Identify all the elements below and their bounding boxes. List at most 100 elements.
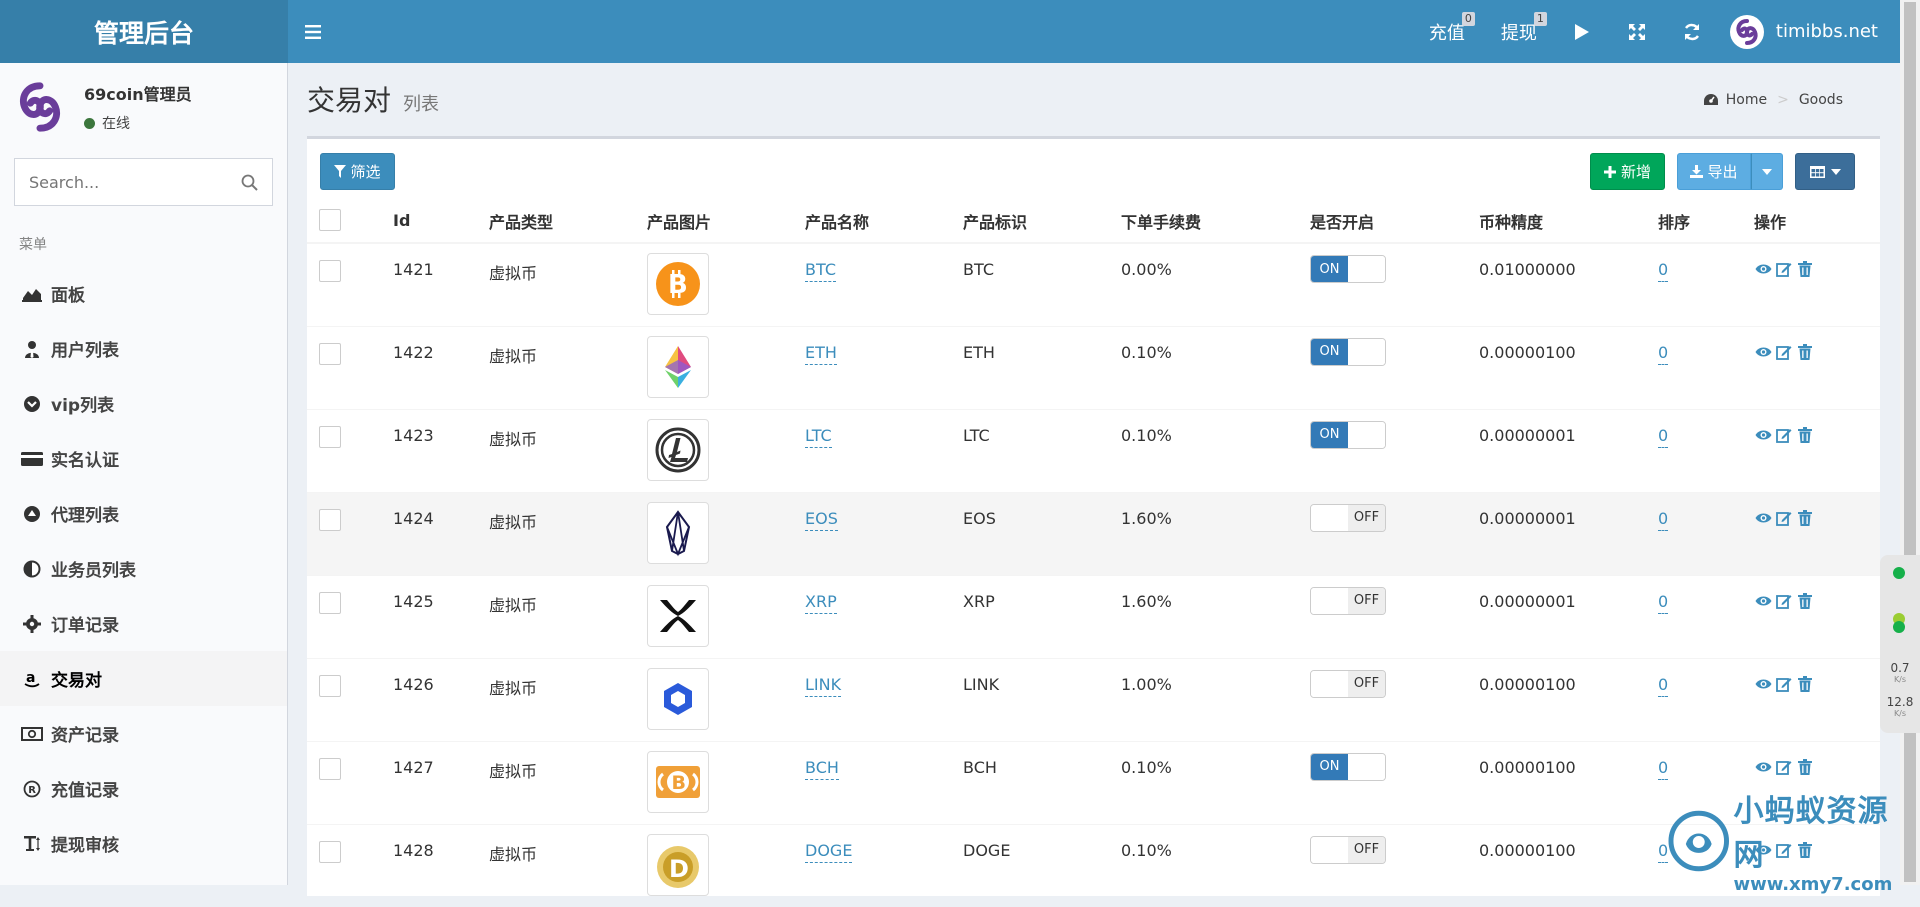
product-name-link[interactable]: LINK — [805, 674, 842, 697]
table-row[interactable]: 1425 虚拟币 XRP XRP 1.60% OFF 0.00000001 0 — [307, 574, 1880, 658]
table-row[interactable]: 1422 虚拟币 ETH ETH 0.10% ON 0.00000100 0 — [307, 325, 1880, 409]
row-checkbox[interactable] — [319, 757, 341, 780]
eye-icon[interactable] — [1754, 426, 1772, 444]
breadcrumb-home[interactable]: Home — [1726, 92, 1767, 108]
bitcoin-icon[interactable]: B — [647, 253, 709, 315]
eye-icon[interactable] — [1754, 675, 1772, 693]
enabled-switch[interactable]: OFF — [1310, 835, 1386, 864]
edit-icon[interactable] — [1775, 675, 1793, 693]
product-name-link[interactable]: ETH — [805, 342, 837, 365]
trash-icon[interactable] — [1796, 675, 1814, 693]
litecoin-icon[interactable] — [647, 418, 709, 481]
filter-button[interactable]: 筛选 — [320, 153, 395, 190]
enabled-switch[interactable]: OFF — [1310, 669, 1386, 698]
edit-icon[interactable] — [1775, 426, 1793, 444]
row-checkbox[interactable] — [319, 840, 341, 863]
product-name-link[interactable]: LTC — [805, 425, 832, 448]
network-speed-widget[interactable]: 0.7 K/s 12.8 K/s — [1880, 555, 1920, 733]
edit-icon[interactable] — [1775, 509, 1793, 527]
export-button[interactable]: 导出 — [1677, 153, 1751, 190]
trash-icon[interactable] — [1796, 426, 1814, 444]
sidebar-item-5[interactable]: 业务员列表 — [0, 541, 287, 596]
row-checkbox[interactable] — [319, 674, 341, 697]
trash-icon[interactable] — [1796, 758, 1814, 776]
sort-link[interactable]: 0 — [1658, 674, 1669, 697]
app-logo[interactable]: 管理后台 — [0, 0, 288, 63]
row-checkbox[interactable] — [319, 342, 341, 365]
enabled-switch[interactable]: ON — [1310, 337, 1386, 366]
table-row[interactable]: 1423 虚拟币 LTC LTC 0.10% ON 0.00000001 0 — [307, 408, 1880, 492]
col-header-id[interactable]: Id — [383, 199, 479, 244]
enabled-switch[interactable]: OFF — [1310, 503, 1386, 532]
product-name-link[interactable]: BCH — [805, 757, 839, 780]
user-menu[interactable]: timibbs.net — [1720, 14, 1878, 49]
product-name-link[interactable]: BTC — [805, 260, 836, 282]
enabled-switch[interactable]: ON — [1310, 255, 1386, 283]
enabled-switch[interactable]: OFF — [1310, 586, 1386, 615]
sort-link[interactable]: 0 — [1658, 425, 1669, 448]
sort-link[interactable]: 0 — [1658, 342, 1669, 365]
table-row[interactable]: 1424 虚拟币 EOS EOS 1.60% OFF 0.00000001 0 — [307, 491, 1880, 575]
row-checkbox[interactable] — [319, 591, 341, 614]
eye-icon[interactable] — [1754, 260, 1772, 278]
fullscreen-button[interactable] — [1610, 0, 1665, 63]
sort-link[interactable]: 0 — [1658, 757, 1669, 780]
enabled-switch[interactable]: ON — [1310, 752, 1386, 781]
refresh-button[interactable] — [1665, 0, 1720, 63]
table-row[interactable]: 1421 虚拟币 B BTC BTC 0.00% ON 0.01000000 0 — [307, 242, 1880, 326]
xrp-icon[interactable] — [647, 584, 709, 647]
add-button[interactable]: 新增 — [1590, 153, 1665, 190]
ethereum-icon[interactable] — [647, 335, 709, 398]
dogecoin-icon[interactable]: D — [647, 833, 709, 896]
trash-icon[interactable] — [1796, 260, 1814, 278]
table-row[interactable]: 1426 虚拟币 LINK LINK 1.00% OFF 0.00000100 0 — [307, 657, 1880, 741]
sort-link[interactable]: 0 — [1658, 260, 1669, 282]
row-checkbox[interactable] — [319, 425, 341, 448]
sort-link[interactable]: 0 — [1658, 840, 1669, 863]
product-name-link[interactable]: EOS — [805, 508, 838, 531]
scrollbar-thumb[interactable] — [1904, 2, 1916, 882]
sidebar-toggle-button[interactable] — [288, 0, 338, 63]
eye-icon[interactable] — [1754, 592, 1772, 610]
sort-link[interactable]: 0 — [1658, 591, 1669, 614]
select-all-checkbox[interactable] — [319, 208, 341, 231]
product-name-link[interactable]: XRP — [805, 591, 837, 614]
eye-icon[interactable] — [1754, 343, 1772, 361]
sidebar-item-4[interactable]: 代理列表 — [0, 486, 287, 541]
search-input[interactable] — [29, 172, 241, 192]
sidebar-item-10[interactable]: 提现审核 — [0, 816, 287, 871]
edit-icon[interactable] — [1775, 758, 1793, 776]
export-dropdown-button[interactable] — [1751, 153, 1783, 190]
bitcoin-cash-icon[interactable]: B — [647, 750, 709, 813]
sidebar-item-1[interactable]: 用户列表 — [0, 321, 287, 376]
page-scrollbar[interactable] — [1900, 0, 1920, 885]
edit-icon[interactable] — [1775, 343, 1793, 361]
eos-icon[interactable] — [647, 501, 709, 564]
table-row[interactable]: 1427 虚拟币 B BCH BCH 0.10% ON 0.00000100 0 — [307, 740, 1880, 824]
search-icon[interactable] — [241, 174, 258, 191]
sort-link[interactable]: 0 — [1658, 508, 1669, 531]
eye-icon[interactable] — [1754, 509, 1772, 527]
sidebar-item-3[interactable]: 实名认证 — [0, 431, 287, 486]
edit-icon[interactable] — [1775, 592, 1793, 610]
trash-icon[interactable] — [1796, 592, 1814, 610]
row-checkbox[interactable] — [319, 508, 341, 531]
recharge-notification[interactable]: 充值 0 — [1411, 0, 1483, 63]
sidebar-item-6[interactable]: 订单记录 — [0, 596, 287, 651]
sidebar-item-8[interactable]: 资产记录 — [0, 706, 287, 761]
sidebar-item-7[interactable]: a 交易对 — [0, 651, 287, 706]
sidebar-item-2[interactable]: vip列表 — [0, 376, 287, 431]
columns-toggle-button[interactable] — [1795, 153, 1855, 190]
trash-icon[interactable] — [1796, 343, 1814, 361]
enabled-switch[interactable]: ON — [1310, 420, 1386, 449]
sidebar-item-9[interactable]: R 充值记录 — [0, 761, 287, 816]
withdraw-notification[interactable]: 提现 1 — [1483, 0, 1555, 63]
chainlink-icon[interactable] — [647, 667, 709, 730]
table-row[interactable]: 1428 虚拟币 D DOGE DOGE 0.10% OFF 0.00000100 0 — [307, 823, 1880, 907]
edit-icon[interactable] — [1775, 260, 1793, 278]
eye-icon[interactable] — [1754, 758, 1772, 776]
product-name-link[interactable]: DOGE — [805, 840, 853, 863]
row-checkbox[interactable] — [319, 260, 341, 282]
play-button[interactable] — [1555, 0, 1610, 63]
sidebar-item-0[interactable]: 面板 — [0, 266, 287, 321]
